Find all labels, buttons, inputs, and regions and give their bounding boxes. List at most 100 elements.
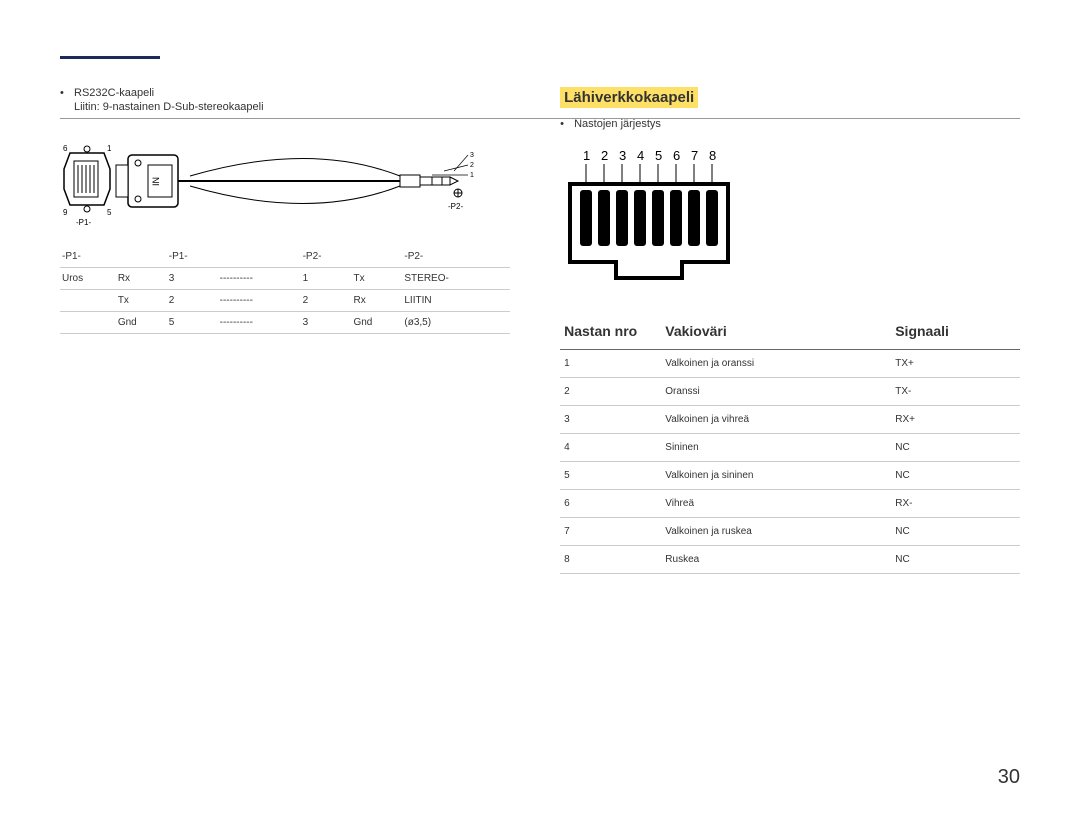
page-number: 30 [998, 766, 1020, 789]
th-color: Vakioväri [661, 315, 891, 350]
table-header-row: Nastan nro Vakioväri Signaali [560, 315, 1020, 350]
table-cell: ---------- [218, 290, 301, 312]
rj45-diagram: 1 2 3 4 5 6 7 8 [560, 142, 760, 292]
th: -P1- [60, 246, 116, 268]
lan-table-body: 1Valkoinen ja oranssiTX+2OranssiTX-3Valk… [560, 350, 1020, 574]
table-cell: (ø3,5) [402, 312, 510, 334]
cable-table-body: UrosRx3----------1TxSTEREO-Tx2----------… [60, 268, 510, 334]
table-row: 6VihreäRX- [560, 490, 1020, 518]
table-cell: Rx [116, 268, 167, 290]
pin-num: 8 [709, 148, 716, 163]
table-cell: 5 [560, 462, 661, 490]
table-cell: 8 [560, 546, 661, 574]
table-cell: NC [891, 546, 1020, 574]
table-row: 7Valkoinen ja ruskeaNC [560, 518, 1020, 546]
table-cell: NC [891, 462, 1020, 490]
table-cell: 5 [167, 312, 218, 334]
table-header-row: -P1- -P1- -P2- -P2- [60, 246, 510, 268]
table-cell: 2 [560, 378, 661, 406]
table-cell: 6 [560, 490, 661, 518]
table-cell: 3 [560, 406, 661, 434]
table-row: 1Valkoinen ja oranssiTX+ [560, 350, 1020, 378]
trs-pin-1: 1 [470, 172, 474, 179]
trs-pin-3: 3 [470, 152, 474, 159]
pin-num: 7 [691, 148, 698, 163]
table-row: 4SininenNC [560, 434, 1020, 462]
table-row: 8RuskeaNC [560, 546, 1020, 574]
table-cell [60, 312, 116, 334]
pin-num: 5 [655, 148, 662, 163]
table-cell: NC [891, 518, 1020, 546]
th [116, 246, 167, 268]
pin-num: 3 [619, 148, 626, 163]
table-cell: 1 [560, 350, 661, 378]
p1-marker: -P1- [76, 218, 91, 227]
pin-num: 6 [673, 148, 680, 163]
th-pin: Nastan nro [560, 315, 661, 350]
dsub-pin-5: 5 [107, 208, 112, 217]
table-cell: Oranssi [661, 378, 891, 406]
table-cell: Tx [351, 268, 402, 290]
table-row: Tx2----------2RxLIITIN [60, 290, 510, 312]
p2-marker: -P2- [448, 202, 463, 211]
table-cell: TX- [891, 378, 1020, 406]
cable-name: RS232C-kaapeli [60, 87, 510, 99]
table-cell: Valkoinen ja sininen [661, 462, 891, 490]
left-column: RS232C-kaapeli Liitin: 9-nastainen D-Sub… [60, 87, 510, 574]
table-cell: Gnd [351, 312, 402, 334]
pin-num: 4 [637, 148, 644, 163]
table-row: Gnd5----------3Gnd(ø3,5) [60, 312, 510, 334]
dsub-stereo-cable-diagram: 6 1 9 5 -P1- IN [60, 131, 480, 231]
table-cell: 2 [167, 290, 218, 312]
lan-pinout-table: Nastan nro Vakioväri Signaali 1Valkoinen… [560, 315, 1020, 574]
table-cell: Tx [116, 290, 167, 312]
table-cell: 1 [301, 268, 352, 290]
table-cell: 4 [560, 434, 661, 462]
pin-order-label: Nastojen järjestys [560, 118, 1020, 130]
header-accent-rule [60, 56, 160, 59]
table-cell: Valkoinen ja ruskea [661, 518, 891, 546]
table-row: 2OranssiTX- [560, 378, 1020, 406]
table-cell: 3 [301, 312, 352, 334]
dsub-pin-6: 6 [63, 144, 68, 153]
table-cell: Ruskea [661, 546, 891, 574]
table-cell: ---------- [218, 268, 301, 290]
right-column: Lähiverkkokaapeli Nastojen järjestys 1 2… [560, 87, 1020, 574]
table-cell: Uros [60, 268, 116, 290]
table-cell [60, 290, 116, 312]
table-cell: TX+ [891, 350, 1020, 378]
table-cell: LIITIN [402, 290, 510, 312]
trs-pin-2: 2 [470, 162, 474, 169]
table-cell: ---------- [218, 312, 301, 334]
table-cell: Rx [351, 290, 402, 312]
table-cell: Vihreä [661, 490, 891, 518]
table-row: 5Valkoinen ja sininenNC [560, 462, 1020, 490]
dsub-pin-1: 1 [107, 144, 112, 153]
cable-desc: Liitin: 9-nastainen D-Sub-stereokaapeli [60, 101, 510, 113]
table-cell: 2 [301, 290, 352, 312]
table-cell: RX- [891, 490, 1020, 518]
th: -P2- [402, 246, 510, 268]
page-content: RS232C-kaapeli Liitin: 9-nastainen D-Sub… [60, 87, 1020, 574]
table-cell: 3 [167, 268, 218, 290]
table-cell: Sininen [661, 434, 891, 462]
table-cell: 7 [560, 518, 661, 546]
th: -P2- [301, 246, 352, 268]
table-cell: STEREO- [402, 268, 510, 290]
table-cell: RX+ [891, 406, 1020, 434]
in-label: IN [151, 177, 161, 186]
table-row: UrosRx3----------1TxSTEREO- [60, 268, 510, 290]
table-cell: Valkoinen ja oranssi [661, 350, 891, 378]
dsub-pin-9: 9 [63, 208, 68, 217]
table-cell: NC [891, 434, 1020, 462]
th [351, 246, 402, 268]
pin-num: 2 [601, 148, 608, 163]
pin-num: 1 [583, 148, 590, 163]
th [218, 246, 301, 268]
dsub-cable-table: -P1- -P1- -P2- -P2- UrosRx3----------1Tx… [60, 246, 510, 334]
table-cell: Gnd [116, 312, 167, 334]
lan-cable-title: Lähiverkkokaapeli [560, 87, 698, 108]
th: -P1- [167, 246, 218, 268]
th-signal: Signaali [891, 315, 1020, 350]
table-row: 3Valkoinen ja vihreäRX+ [560, 406, 1020, 434]
